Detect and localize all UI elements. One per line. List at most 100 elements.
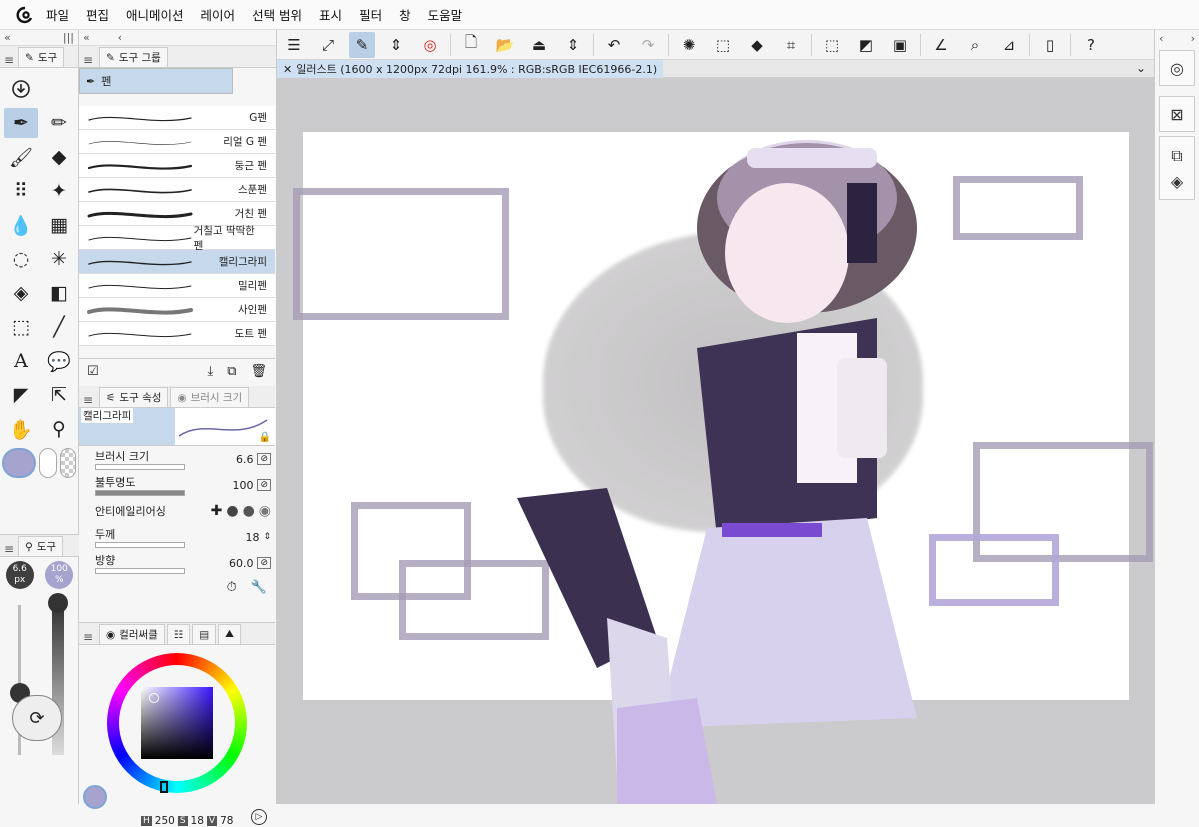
operation-tool-icon[interactable]: ⇱ [42,380,76,410]
tab-color-slider[interactable]: ☷ [166,624,191,644]
menu-icon[interactable]: ≡ [79,630,93,644]
loading-icon[interactable]: ✺ [676,32,702,58]
opacity-slider-knob[interactable] [48,593,68,613]
crop-icon[interactable]: ⌗ [778,32,804,58]
open-folder-icon[interactable]: 📂 [492,32,518,58]
direction-row[interactable]: 방향 60.0 ⊘ [79,550,275,576]
trash-icon[interactable]: 🗑 [250,364,267,379]
hamburger-menu-icon[interactable]: ☰ [281,32,307,58]
pressure-icon[interactable]: ⊘ [257,453,271,465]
stepper-icon[interactable]: ⇕ [263,532,271,542]
tab-size-panel[interactable]: ⚲ 도구 [18,536,64,556]
fullscreen-icon[interactable]: ⤢ [315,32,341,58]
menu-animation[interactable]: 애니메이션 [126,5,184,24]
current-color-swatch[interactable] [83,785,107,809]
navigator-icon[interactable]: ◎ [1159,50,1195,86]
new-file-icon[interactable]: 🗋 [458,32,484,58]
document-tab[interactable]: ✕ 일러스트 (1600 x 1200px 72dpi 161.9% : RGB:… [277,60,664,78]
layer-property-icon[interactable]: ⊠ [1159,96,1195,132]
undo-icon[interactable]: ↶ [601,32,627,58]
antialias-row[interactable]: 안티에일리어싱 ✚ ● ● ◉ [79,498,275,524]
collapse-left-icon[interactable]: « [4,31,11,44]
opacity-value-field[interactable]: 100 [232,479,253,492]
app-logo-icon[interactable] [14,4,36,26]
decoration-tool-icon[interactable]: ⠿ [4,176,38,206]
collapse-right-icon[interactable]: ‹ [118,31,122,44]
sub-color-swatch[interactable] [39,448,57,478]
download-icon[interactable]: ⤓ [207,364,213,379]
reset-icon[interactable]: ⏱ [227,580,237,595]
subtool-group-header[interactable]: ✒ 펜 [79,68,233,94]
eraser-tool-icon[interactable]: ◆ [42,142,76,172]
lasso-tool-icon[interactable]: ◌ [4,244,38,274]
layer-panel-icon[interactable]: ⧉ ◈ [1159,136,1195,200]
color-wheel[interactable] [107,653,247,793]
stepper-icon[interactable]: ⇕ [560,32,586,58]
chevron-down-icon[interactable]: ⌄ [1136,61,1146,75]
brush-tool-icon[interactable]: 🖌 [4,142,38,172]
menu-view[interactable]: 표시 [319,5,342,24]
brush-list-item[interactable]: 거칠고 딱딱한 펜 [79,225,275,252]
menu-icon[interactable]: ≡ [79,53,93,67]
opacity-row[interactable]: 불투명도 100 ⊘ [79,472,275,498]
antialias-weak-icon[interactable]: ● [226,503,238,519]
clip-studio-icon[interactable]: ◎ [417,32,443,58]
transparent-color-swatch[interactable] [60,448,76,478]
antialias-none-icon[interactable]: ✚ [211,503,223,519]
fill-bucket-icon[interactable]: ◆ [744,32,770,58]
grid-ruler-icon[interactable]: ⊿ [996,32,1022,58]
canvas-area[interactable] [277,78,1154,804]
menu-window[interactable]: 창 [399,5,411,24]
balloon-tool-icon[interactable]: 💬 [42,346,76,376]
pressure-icon[interactable]: ⊘ [257,557,271,569]
help-icon[interactable]: ? [1078,32,1104,58]
subtool-settings-icon[interactable]: ☑ [87,364,99,379]
brush-list-item[interactable]: 둥근 펜 [79,154,275,178]
close-icon[interactable]: ✕ [283,63,292,76]
main-color-swatch[interactable] [2,448,36,478]
antialias-mid-icon[interactable]: ● [243,503,255,519]
menu-icon[interactable]: ≡ [0,542,14,556]
menu-filter[interactable]: 필터 [359,5,382,24]
tab-color-set[interactable]: ▤ [192,624,217,644]
brush-size-row[interactable]: 브러시 크기 6.6 ⊘ [79,446,275,472]
layers-icon[interactable]: ◈ [1171,172,1183,191]
gradient-tool-icon[interactable]: ◧ [42,278,76,308]
magic-wand-icon[interactable]: ✳ [42,244,76,274]
edit-pen-icon[interactable]: ✎ [349,31,375,58]
menu-layer[interactable]: 레이어 [201,5,236,24]
redo-icon[interactable]: ↷ [635,32,661,58]
smartphone-icon[interactable]: ▯ [1037,32,1063,58]
thickness-row[interactable]: 두께 18 ⇕ [79,524,275,550]
layer-search-icon[interactable]: ⧉ [1171,146,1182,166]
invert-selection-icon[interactable]: ◩ [853,32,879,58]
wrench-icon[interactable]: 🔧 [251,580,267,595]
thickness-value[interactable]: 18 [245,531,259,544]
expand-left-icon[interactable]: ‹ [1159,32,1163,45]
deselect-icon[interactable]: ⬚ [819,32,845,58]
brush-list-item[interactable]: 사인펜 [79,298,275,322]
tab-color-circle[interactable]: ◉ 컬러써클 [99,624,165,644]
menu-selection[interactable]: 선택 범위 [252,5,302,24]
color-picker-cursor[interactable] [149,693,159,703]
tab-tool[interactable]: ✎ 도구 [18,47,65,67]
text-tool-icon[interactable]: A [4,346,38,376]
menu-icon[interactable]: ≡ [0,53,14,67]
tab-tool-group[interactable]: ✎ 도구 그룹 [99,47,168,67]
brush-size-value[interactable]: 6.6 [236,453,254,466]
ruler-tool-icon[interactable]: ◤ [4,380,38,410]
direction-value[interactable]: 60.0 [229,557,254,570]
expand-right-icon[interactable]: › [1191,32,1195,45]
brush-list-item[interactable]: G펜 [79,106,275,130]
lock-icon[interactable]: 🔒 [259,432,271,443]
copy-icon[interactable]: ⧉ [227,364,236,379]
mesh-tool-icon[interactable]: ▦ [42,210,76,240]
line-tool-icon[interactable]: ╱ [42,312,76,342]
menu-edit[interactable]: 편집 [86,5,109,24]
pressure-icon[interactable]: ⊘ [257,479,271,491]
border-selection-icon[interactable]: ▣ [887,32,913,58]
brush-list-item[interactable]: 캘리그라피 [79,250,275,274]
menu-file[interactable]: 파일 [46,5,69,24]
ruler-icon[interactable]: ∠ [928,32,954,58]
save-icon[interactable]: ⏏ [526,32,552,58]
